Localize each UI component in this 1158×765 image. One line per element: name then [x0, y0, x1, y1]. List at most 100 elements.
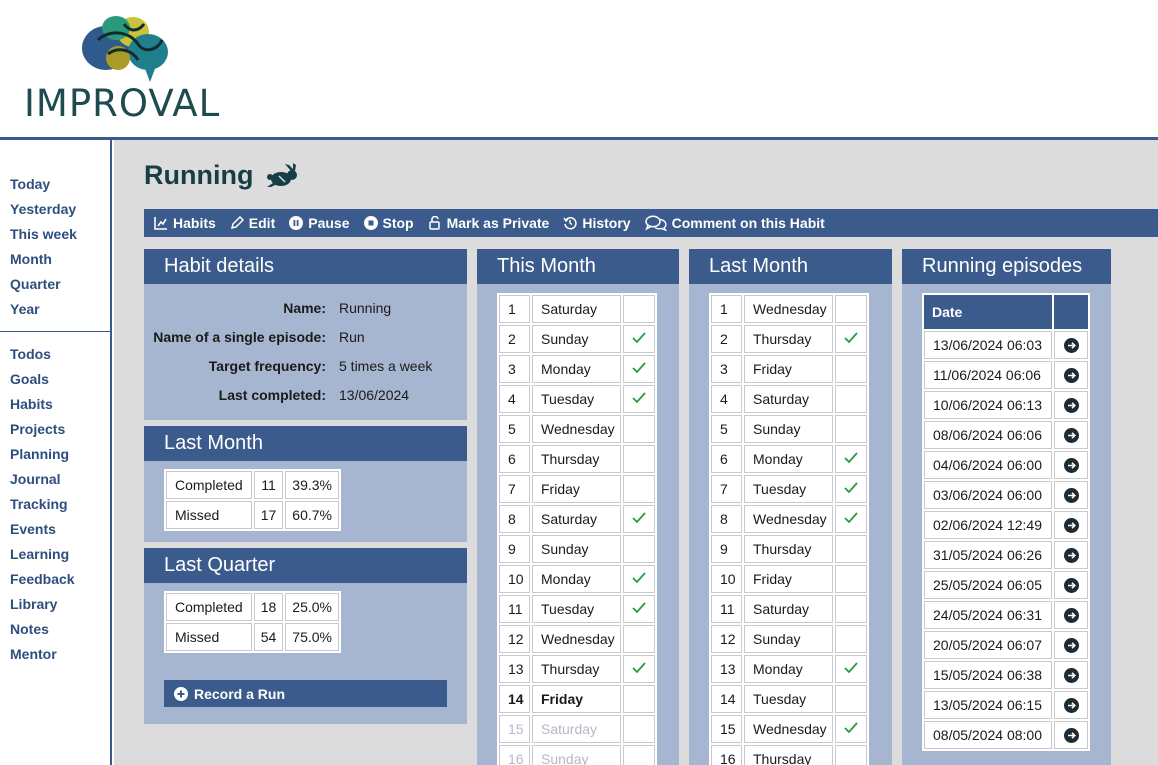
detail-value: 5 times a week — [339, 358, 433, 374]
nav-item-events[interactable]: Events — [0, 517, 110, 542]
episode-row: 20/05/2024 06:07 — [924, 631, 1088, 659]
weekday-name: Saturday — [744, 595, 833, 623]
weekday-name: Sunday — [744, 625, 833, 653]
arrow-right-circle-icon[interactable] — [1063, 728, 1079, 744]
arrow-right-circle-icon[interactable] — [1063, 578, 1079, 594]
mark-private-button[interactable]: Mark as Private — [428, 215, 549, 231]
weekday-name: Sunday — [532, 325, 621, 353]
episodes-table: Date 13/06/2024 06:03 11/06/2024 06:06 10/… — [922, 293, 1090, 751]
nav-item-month[interactable]: Month — [0, 247, 110, 272]
pause-button-label: Pause — [308, 215, 350, 231]
stat-percent: 60.7% — [285, 501, 339, 529]
stop-button[interactable]: Stop — [363, 215, 414, 231]
nav-item-feedback[interactable]: Feedback — [0, 567, 110, 592]
completion-cell — [835, 715, 867, 743]
episode-row: 25/05/2024 06:05 — [924, 571, 1088, 599]
episode-date: 04/06/2024 06:00 — [924, 451, 1052, 479]
arrow-right-circle-icon[interactable] — [1063, 698, 1079, 714]
arrow-right-circle-icon[interactable] — [1063, 488, 1079, 504]
arrow-right-circle-icon[interactable] — [1063, 668, 1079, 684]
weekday-name: Saturday — [532, 505, 621, 533]
nav-item-tracking[interactable]: Tracking — [0, 492, 110, 517]
arrow-right-circle-icon[interactable] — [1063, 398, 1079, 414]
day-row: 7 Tuesday — [711, 475, 867, 503]
nav-item-this-week[interactable]: This week — [0, 222, 110, 247]
day-row: 2 Thursday — [711, 325, 867, 353]
arrow-right-circle-icon[interactable] — [1063, 518, 1079, 534]
date-column-header: Date — [924, 295, 1052, 329]
record-run-button[interactable]: Record a Run — [164, 680, 447, 707]
weekday-name: Friday — [744, 565, 833, 593]
weekday-name: Tuesday — [744, 685, 833, 713]
comment-button[interactable]: Comment on this Habit — [644, 215, 825, 231]
record-run-label: Record a Run — [194, 685, 286, 702]
arrow-right-circle-icon[interactable] — [1063, 638, 1079, 654]
nav-item-planning[interactable]: Planning — [0, 442, 110, 467]
day-number: 6 — [711, 445, 742, 473]
habit-details-list: Name: Running Name of a single episode: Ru… — [144, 284, 467, 410]
arrow-right-circle-icon[interactable] — [1063, 428, 1079, 444]
nav-section-group: Todos Goals Habits Projects Planning Jou… — [0, 342, 110, 667]
running-episodes-title: Running episodes — [902, 249, 1111, 284]
nav-item-mentor[interactable]: Mentor — [0, 642, 110, 667]
nav-item-today[interactable]: Today — [0, 172, 110, 197]
stop-button-label: Stop — [382, 215, 414, 231]
detail-value: Run — [339, 329, 365, 345]
day-row: 10 Monday — [499, 565, 655, 593]
day-number: 6 — [499, 445, 530, 473]
weekday-name: Thursday — [532, 655, 621, 683]
nav-item-notes[interactable]: Notes — [0, 617, 110, 642]
arrow-right-circle-icon[interactable] — [1063, 368, 1079, 384]
history-button[interactable]: History — [563, 215, 631, 231]
brain-logo-icon[interactable] — [78, 10, 172, 84]
weekday-name: Friday — [744, 355, 833, 383]
arrow-right-circle-icon[interactable] — [1063, 458, 1079, 474]
day-number: 16 — [499, 745, 530, 765]
nav-item-yesterday[interactable]: Yesterday — [0, 197, 110, 222]
nav-item-learning[interactable]: Learning — [0, 542, 110, 567]
arrow-right-circle-icon[interactable] — [1063, 338, 1079, 354]
main-content: Running Habits Edit Pause Stop Mark as P… — [114, 140, 1158, 765]
nav-item-habits[interactable]: Habits — [0, 392, 110, 417]
nav-item-projects[interactable]: Projects — [0, 417, 110, 442]
edit-button-label: Edit — [248, 215, 276, 231]
weekday-name: Tuesday — [744, 475, 833, 503]
day-number: 2 — [711, 325, 742, 353]
detail-label: Name of a single episode: — [153, 329, 326, 345]
detail-label: Target frequency: — [208, 358, 326, 374]
weekday-name: Saturday — [744, 385, 833, 413]
stat-count: 18 — [253, 593, 284, 621]
completion-cell — [835, 295, 867, 323]
weekday-name: Monday — [744, 445, 833, 473]
arrow-right-circle-icon[interactable] — [1063, 548, 1079, 564]
completion-cell — [623, 625, 655, 653]
habits-button[interactable]: Habits — [154, 215, 216, 231]
day-number: 10 — [499, 565, 530, 593]
this-month-table: 1 Saturday 2 Sunday 3 Monday 4 Tuesday 5 Wednesda… — [497, 293, 657, 765]
nav-item-quarter[interactable]: Quarter — [0, 272, 110, 297]
nav-item-journal[interactable]: Journal — [0, 467, 110, 492]
completion-cell — [835, 565, 867, 593]
edit-button[interactable]: Edit — [230, 215, 275, 231]
table-header-row: Date — [924, 295, 1088, 329]
episode-open-cell — [1054, 451, 1088, 479]
table-row: Completed 18 25.0% — [166, 593, 339, 621]
pencil-icon — [230, 216, 244, 230]
habit-details-title: Habit details — [144, 249, 467, 284]
completion-cell — [835, 745, 867, 765]
episode-open-cell — [1054, 331, 1088, 359]
stat-percent: 25.0% — [285, 593, 339, 621]
day-row: 11 Saturday — [711, 595, 867, 623]
arrow-right-circle-icon[interactable] — [1063, 608, 1079, 624]
nav-item-goals[interactable]: Goals — [0, 367, 110, 392]
weekday-name: Wednesday — [532, 625, 621, 653]
day-number: 16 — [711, 745, 742, 765]
check-icon — [844, 332, 858, 344]
nav-item-todos[interactable]: Todos — [0, 342, 110, 367]
completion-cell — [835, 685, 867, 713]
day-row: 14 Tuesday — [711, 685, 867, 713]
nav-item-library[interactable]: Library — [0, 592, 110, 617]
pause-button[interactable]: Pause — [289, 215, 350, 231]
nav-item-year[interactable]: Year — [0, 297, 110, 322]
episode-row: 15/05/2024 06:38 — [924, 661, 1088, 689]
